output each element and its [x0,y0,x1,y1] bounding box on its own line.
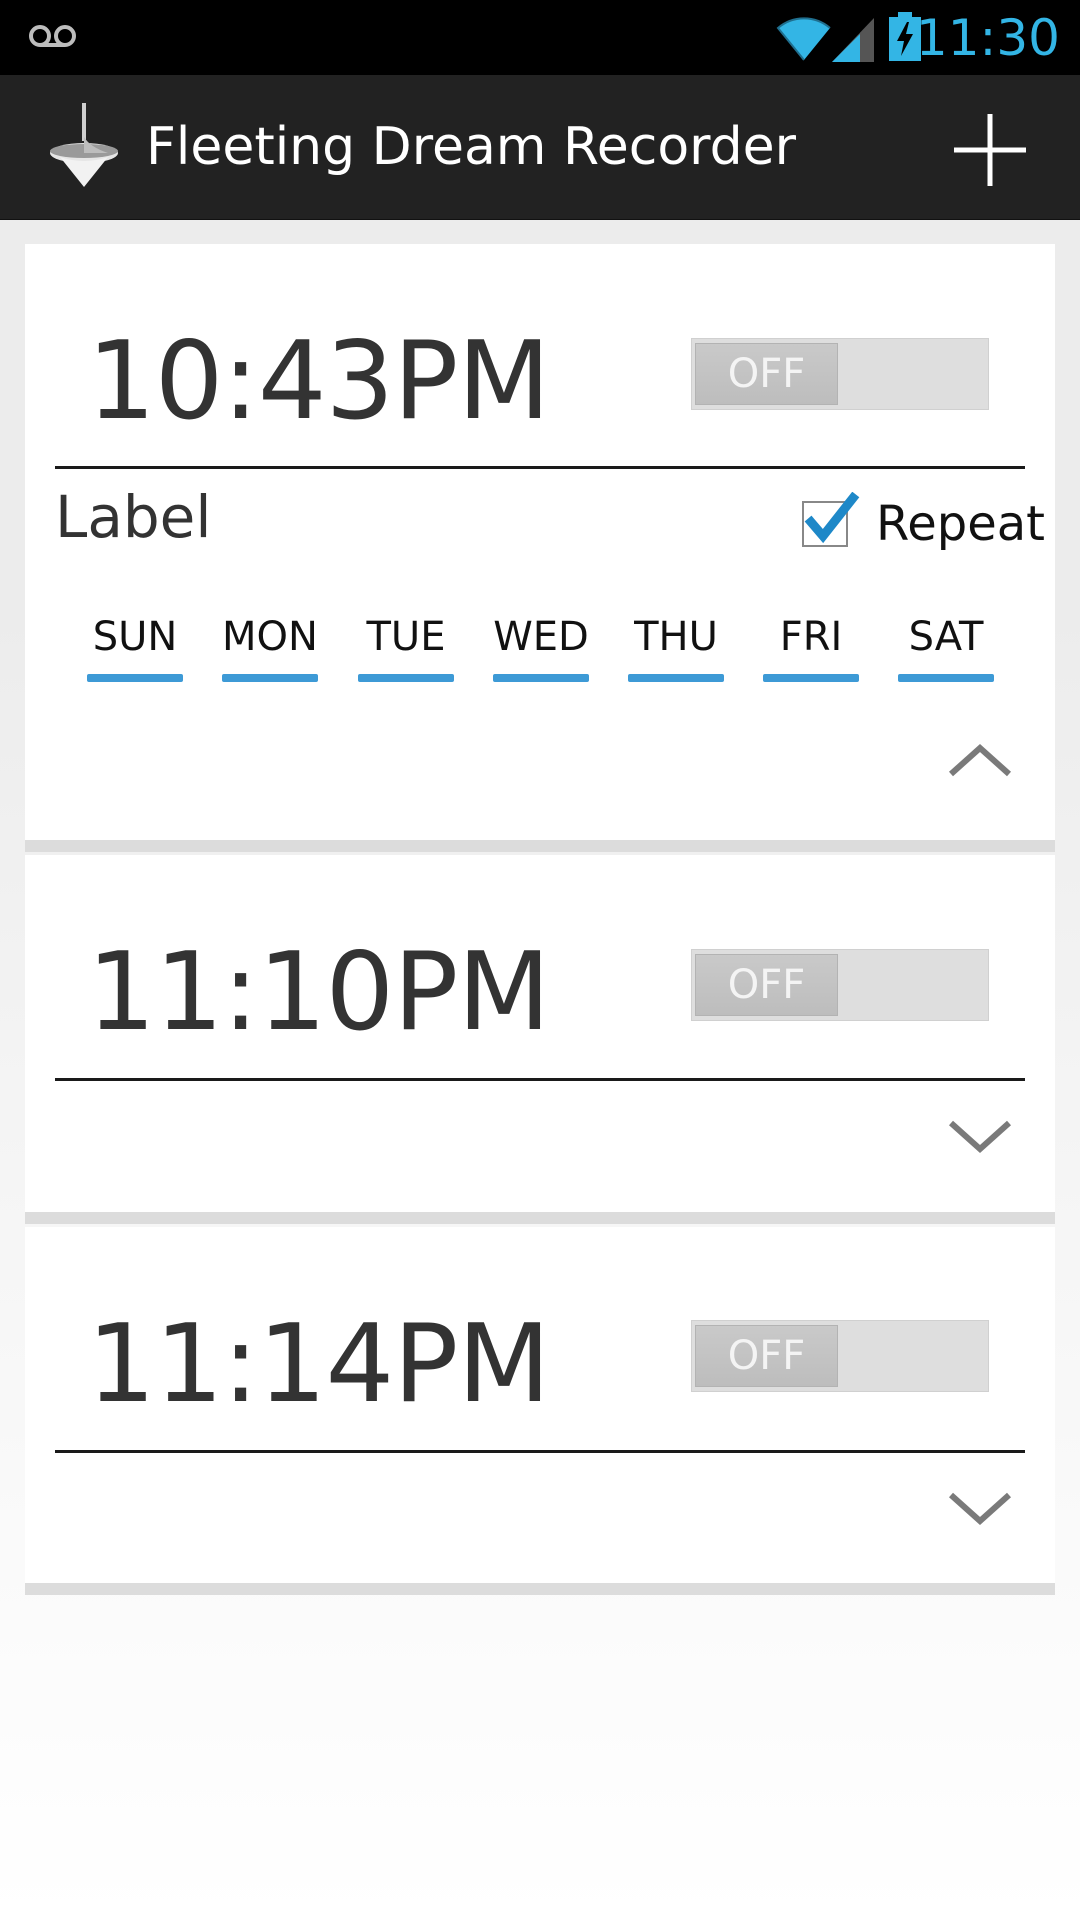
alarm-toggle-switch[interactable]: OFF [691,949,989,1021]
alarm-card[interactable]: 11:10PM OFF [25,855,1055,1224]
day-underline [358,674,454,682]
status-bar: 11:30 [0,0,1080,75]
voicemail-icon [29,25,76,47]
switch-thumb: OFF [695,954,838,1016]
day-label: MON [222,614,318,660]
alarm-time[interactable]: 11:14PM [87,1305,551,1425]
signal-icon [832,18,874,62]
day-toggle-wed[interactable]: WED [493,610,589,682]
day-label: TUE [366,614,446,660]
alarm-card[interactable]: 11:14PM OFF [25,1227,1055,1595]
app-title: Fleeting Dream Recorder [146,117,797,177]
day-underline [87,674,183,682]
day-toggle-thu[interactable]: THU [628,610,724,682]
day-label: SAT [908,614,984,660]
alarm-toggle-switch[interactable]: OFF [691,1320,989,1392]
day-label: SUN [92,614,178,660]
repeat-checkbox[interactable] [801,492,861,548]
chevron-down-icon[interactable] [945,1487,1015,1527]
divider [55,1078,1025,1081]
spinning-top-icon[interactable] [46,101,122,189]
repeat-label: Repeat [876,496,1045,552]
action-bar: Fleeting Dream Recorder [0,75,1080,220]
alarm-card[interactable]: 10:43PM OFF Label Repeat SUN MON TUE WED… [25,244,1055,852]
day-underline [628,674,724,682]
plus-icon[interactable] [950,110,1030,190]
day-toggle-sat[interactable]: SAT [898,610,994,682]
alarm-time[interactable]: 11:10PM [87,933,551,1053]
day-label: THU [634,614,718,660]
day-underline [763,674,859,682]
chevron-down-icon[interactable] [945,1115,1015,1155]
day-toggle-fri[interactable]: FRI [763,610,859,682]
day-toggle-sun[interactable]: SUN [87,610,183,682]
day-underline [493,674,589,682]
alarm-time[interactable]: 10:43PM [87,322,551,442]
alarm-label[interactable]: Label [55,482,211,552]
switch-thumb: OFF [695,343,838,405]
day-label: WED [493,614,589,660]
day-toggle-mon[interactable]: MON [222,610,318,682]
switch-thumb: OFF [695,1325,838,1387]
day-underline [898,674,994,682]
wifi-icon [776,17,831,61]
chevron-up-icon[interactable] [945,740,1015,780]
divider [55,1450,1025,1453]
day-underline [222,674,318,682]
status-time: 11:30 [915,9,1060,67]
day-label: FRI [779,614,843,660]
day-toggle-tue[interactable]: TUE [358,610,454,682]
alarm-toggle-switch[interactable]: OFF [691,338,989,410]
divider [55,466,1025,469]
